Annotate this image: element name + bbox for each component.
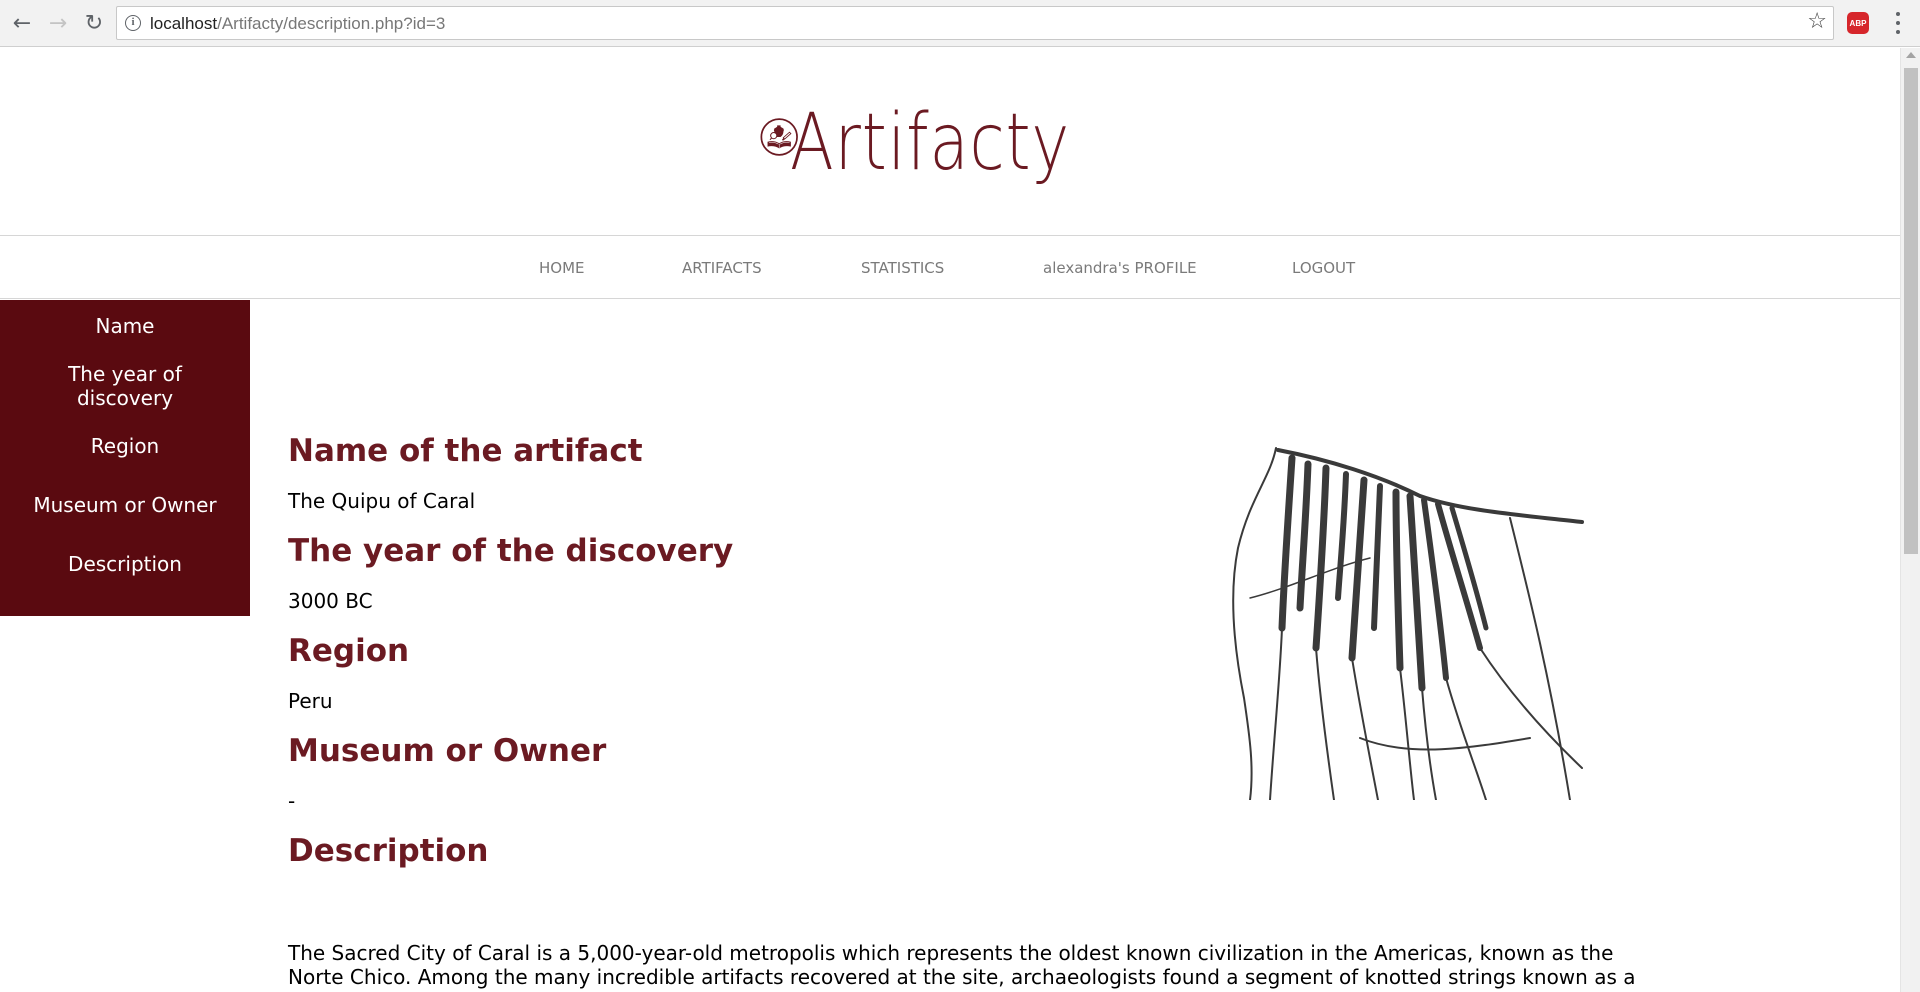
artifact-image xyxy=(1210,438,1590,800)
sidebar-item-region[interactable]: Region xyxy=(0,434,250,458)
sidebar-item-name[interactable]: Name xyxy=(0,314,250,338)
reload-icon[interactable]: ↻ xyxy=(80,9,108,37)
adblock-extension-icon[interactable]: ABP xyxy=(1847,12,1869,34)
artifact-museum: - xyxy=(288,789,296,813)
artifact-name: The Quipu of Caral xyxy=(288,489,476,513)
sidebar-item-museum[interactable]: Museum or Owner xyxy=(0,493,250,517)
nav-logout[interactable]: LOGOUT xyxy=(1292,259,1355,277)
url-path: /Artifacty/description.php?id=3 xyxy=(217,14,446,33)
name-heading: Name of the artifact xyxy=(288,433,643,469)
nav-profile[interactable]: alexandra's PROFILE xyxy=(1043,259,1197,277)
info-icon[interactable]: i xyxy=(125,15,141,31)
museum-heading: Museum or Owner xyxy=(288,733,607,769)
page-scrollbar[interactable] xyxy=(1900,48,1920,992)
artifact-region: Peru xyxy=(288,689,333,713)
back-arrow-icon[interactable]: ← xyxy=(8,9,36,37)
artifact-year: 3000 BC xyxy=(288,589,373,613)
star-icon[interactable]: ☆ xyxy=(1807,9,1827,34)
url-host: localhost xyxy=(150,14,218,33)
site-logo[interactable]: Artifacty xyxy=(760,72,1132,202)
forward-arrow-icon[interactable]: → xyxy=(44,9,72,37)
site-brand-name: Artifacty xyxy=(790,98,1071,188)
scrollbar-thumb[interactable] xyxy=(1904,68,1918,554)
scroll-up-arrow-icon[interactable] xyxy=(1906,52,1916,58)
description-heading: Description xyxy=(288,833,489,869)
address-url[interactable]: localhost/Artifacty/description.php?id=3 xyxy=(150,14,445,34)
nav-statistics[interactable]: STATISTICS xyxy=(861,259,944,277)
vertical-dots-icon[interactable] xyxy=(1886,10,1910,36)
nav-home[interactable]: HOME xyxy=(539,259,585,277)
browser-toolbar: ← → ↻ i localhost/Artifacty/description.… xyxy=(0,0,1920,47)
section-sidebar: Name The year of discovery Region Museum… xyxy=(0,300,250,616)
adblock-label: ABP xyxy=(1849,18,1867,28)
year-heading: The year of the discovery xyxy=(288,533,734,569)
page-viewport: Artifacty HOME ARTIFACTS STATISTICS alex… xyxy=(0,48,1900,992)
artifact-description: The Sacred City of Caral is a 5,000-year… xyxy=(288,941,1636,992)
sidebar-item-description[interactable]: Description xyxy=(0,552,250,576)
main-navigation: HOME ARTIFACTS STATISTICS alexandra's PR… xyxy=(0,235,1900,299)
sidebar-item-year[interactable]: The year of discovery xyxy=(0,362,250,410)
nav-artifacts[interactable]: ARTIFACTS xyxy=(682,259,762,277)
address-bar[interactable]: i localhost/Artifacty/description.php?id… xyxy=(116,6,1834,40)
region-heading: Region xyxy=(288,633,410,669)
